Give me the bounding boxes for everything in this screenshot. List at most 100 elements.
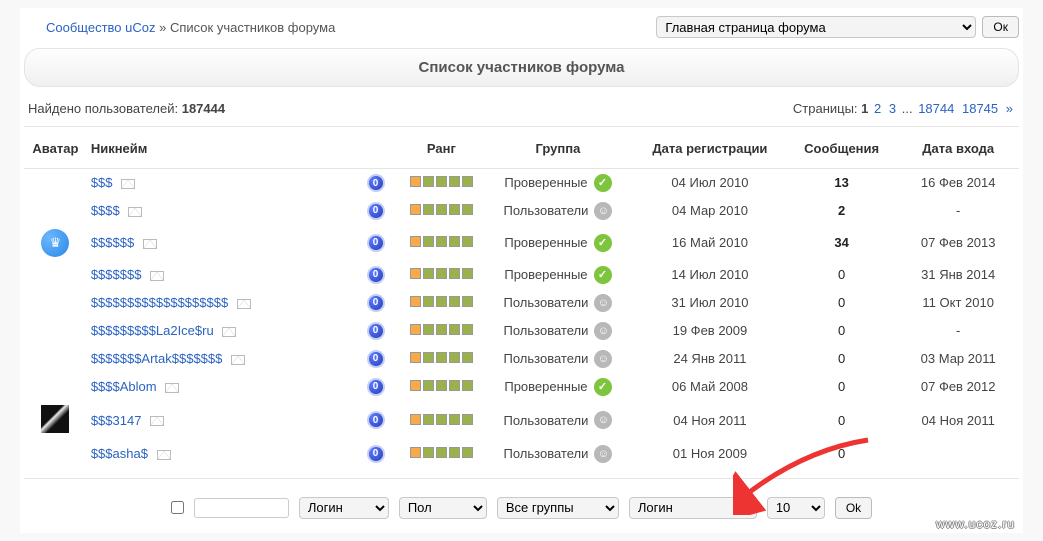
- pager-next[interactable]: »: [1006, 101, 1013, 116]
- rank-bar: [410, 296, 473, 307]
- group-status-icon: ☺: [594, 202, 612, 220]
- rank-badge-icon: 0: [367, 202, 385, 220]
- pager-link[interactable]: 3: [889, 101, 896, 116]
- page-title: Список участников форума: [24, 48, 1019, 87]
- filter-sort-select[interactable]: Логин: [629, 497, 757, 519]
- reg-date: 06 Май 2008: [634, 373, 786, 401]
- rank-bar: [410, 268, 473, 279]
- table-row: $$$$$$$ 0Проверенные✓14 Июл 2010031 Янв …: [24, 261, 1019, 289]
- pager-link[interactable]: 2: [874, 101, 881, 116]
- mail-icon[interactable]: [157, 450, 171, 460]
- reg-date: 24 Янв 2011: [634, 345, 786, 373]
- last-login: 04 Ноя 2011: [897, 401, 1019, 440]
- mail-icon[interactable]: [143, 239, 157, 249]
- filter-group-select[interactable]: Все группы: [497, 497, 619, 519]
- table-row: $$$$Ablom 0Проверенные✓06 Май 2008007 Фе…: [24, 373, 1019, 401]
- filter-search-input[interactable]: [194, 498, 289, 518]
- rank-badge-icon: 0: [367, 378, 385, 396]
- avatar: [41, 405, 69, 433]
- forum-nav-select[interactable]: Главная страница форума: [656, 16, 976, 38]
- mail-icon[interactable]: [121, 179, 135, 189]
- pager-link[interactable]: 18745: [962, 101, 998, 116]
- rank-badge-icon: 0: [367, 411, 385, 429]
- mail-icon[interactable]: [150, 271, 164, 281]
- filter-checkbox[interactable]: [171, 501, 184, 514]
- user-link[interactable]: $$$asha$: [91, 446, 148, 461]
- table-row: $$$$ 0Пользователи☺04 Мар 20102-: [24, 197, 1019, 225]
- breadcrumb: Сообщество uCoz » Список участников фору…: [46, 20, 335, 35]
- mail-icon[interactable]: [231, 355, 245, 365]
- last-login: 03 Мар 2011: [897, 345, 1019, 373]
- pager-current: 1: [861, 101, 868, 116]
- table-row: $$$$$$$$$$$$$$$$$$$ 0Пользователи☺31 Июл…: [24, 289, 1019, 317]
- group-label: Пользователи: [504, 446, 589, 461]
- rank-bar: [410, 414, 473, 425]
- col-nick: Никнейм: [87, 131, 350, 169]
- breadcrumb-community-link[interactable]: Сообщество uCoz: [46, 20, 155, 35]
- user-link[interactable]: $$$$$$$: [91, 267, 142, 282]
- group-label: Проверенные: [504, 235, 587, 250]
- post-count: 0: [786, 261, 897, 289]
- top-ok-button[interactable]: Ок: [982, 16, 1019, 38]
- user-link[interactable]: $$$3147: [91, 413, 142, 428]
- rank-badge-icon: 0: [367, 350, 385, 368]
- pager: Страницы: 1 2 3 ... 18744 18745 »: [793, 101, 1015, 116]
- pager-link[interactable]: 18744: [918, 101, 954, 116]
- filter-login-select[interactable]: Логин: [299, 497, 389, 519]
- last-login: 31 Янв 2014: [897, 261, 1019, 289]
- group-status-icon: ✓: [594, 266, 612, 284]
- group-label: Пользователи: [504, 203, 589, 218]
- last-login: 07 Фев 2013: [897, 225, 1019, 261]
- col-posts: Сообщения: [786, 131, 897, 169]
- rank-bar: [410, 204, 473, 215]
- user-link[interactable]: $$$$Ablom: [91, 379, 157, 394]
- col-login: Дата входа: [897, 131, 1019, 169]
- rank-badge-icon: 0: [367, 234, 385, 252]
- last-login: [897, 440, 1019, 468]
- group-status-icon: ☺: [594, 411, 612, 429]
- user-link[interactable]: $$$$$$$$$$$$$$$$$$$: [91, 295, 228, 310]
- group-label: Проверенные: [504, 379, 587, 394]
- group-status-icon: ✓: [594, 174, 612, 192]
- reg-date: 16 Май 2010: [634, 225, 786, 261]
- mail-icon[interactable]: [128, 207, 142, 217]
- rank-badge-icon: 0: [367, 322, 385, 340]
- found-users: Найдено пользователей: 187444: [28, 101, 225, 116]
- user-link[interactable]: $$$$$$$Artak$$$$$$$: [91, 351, 223, 366]
- last-login: -: [897, 317, 1019, 345]
- filter-bar: Логин Пол Все группы Логин 10 Ok: [24, 478, 1019, 529]
- post-count: 13: [786, 169, 897, 197]
- rank-badge-icon: 0: [367, 174, 385, 192]
- user-link[interactable]: $$$$: [91, 203, 120, 218]
- members-table: Аватар Никнейм Ранг Группа Дата регистра…: [24, 131, 1019, 468]
- post-count: 0: [786, 401, 897, 440]
- filter-perpage-select[interactable]: 10: [767, 497, 825, 519]
- watermark: www.ucoz.ru: [936, 517, 1015, 531]
- col-reg: Дата регистрации: [634, 131, 786, 169]
- post-count: 0: [786, 373, 897, 401]
- col-avatar: Аватар: [24, 131, 87, 169]
- mail-icon[interactable]: [222, 327, 236, 337]
- table-row: $$$$$$$Artak$$$$$$$ 0Пользователи☺24 Янв…: [24, 345, 1019, 373]
- mail-icon[interactable]: [237, 299, 251, 309]
- user-link[interactable]: $$$$$$: [91, 235, 134, 250]
- mail-icon[interactable]: [165, 383, 179, 393]
- post-count: 0: [786, 440, 897, 468]
- post-count: 0: [786, 289, 897, 317]
- rank-bar: [410, 236, 473, 247]
- reg-date: 04 Июл 2010: [634, 169, 786, 197]
- rank-badge-icon: 0: [367, 445, 385, 463]
- group-label: Пользователи: [504, 323, 589, 338]
- user-link[interactable]: $$$: [91, 175, 113, 190]
- group-label: Проверенные: [504, 175, 587, 190]
- mail-icon[interactable]: [150, 416, 164, 426]
- reg-date: 01 Ноя 2009: [634, 440, 786, 468]
- rank-badge-icon: 0: [367, 294, 385, 312]
- reg-date: 14 Июл 2010: [634, 261, 786, 289]
- filter-gender-select[interactable]: Пол: [399, 497, 487, 519]
- filter-ok-button[interactable]: Ok: [835, 497, 872, 519]
- col-rank: Ранг: [401, 131, 482, 169]
- rank-badge-icon: 0: [367, 266, 385, 284]
- user-link[interactable]: $$$$$$$$$La2Ice$ru: [91, 323, 214, 338]
- table-row: $$$$$$$$$La2Ice$ru 0Пользователи☺19 Фев …: [24, 317, 1019, 345]
